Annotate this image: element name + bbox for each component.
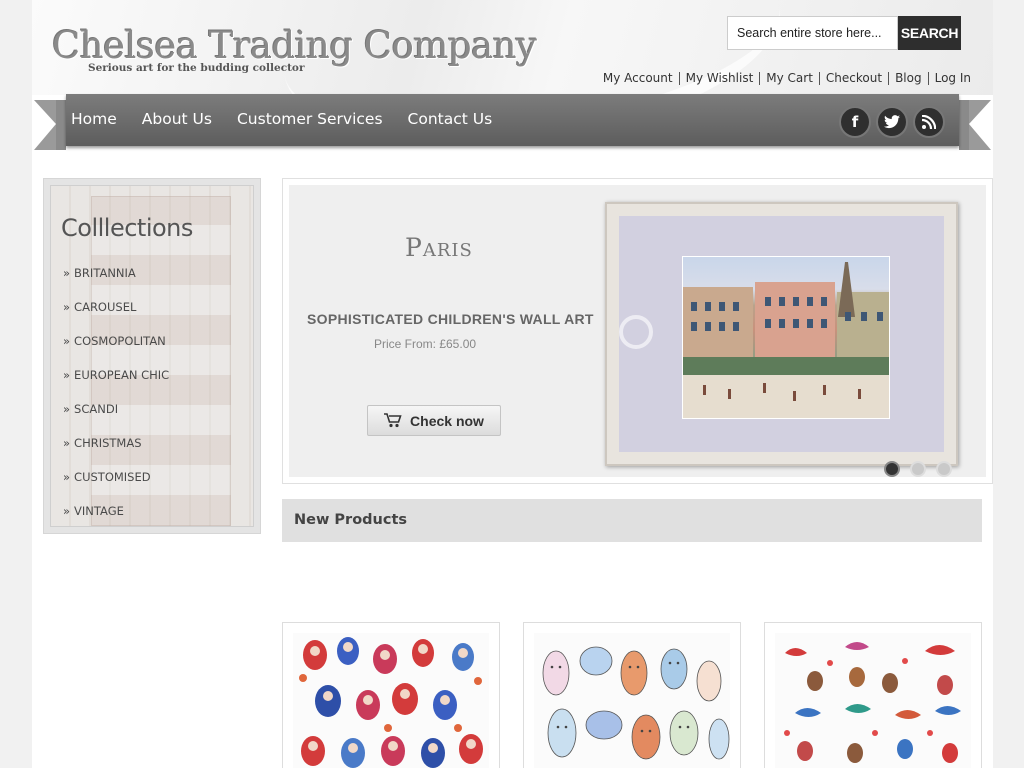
collection-label: CAROUSEL (74, 300, 137, 314)
slide: Paris SOPHISTICATED CHILDREN'S WALL ART … (289, 185, 986, 477)
collections-title: Colllections (61, 214, 193, 242)
new-products-header: New Products (282, 499, 982, 542)
nav-about-us[interactable]: About Us (142, 110, 212, 128)
page: Chelsea Trading Company Serious art for … (32, 0, 993, 768)
slide-price: Price From: £65.00 (374, 337, 477, 351)
ribbon-right-fold (959, 100, 969, 150)
product-card[interactable] (282, 622, 500, 768)
bullet-icon: » (63, 402, 71, 416)
my-cart-link[interactable]: My Cart (760, 72, 820, 85)
bullet-icon: » (63, 266, 71, 280)
nav-home[interactable]: Home (71, 110, 117, 128)
bullet-icon: » (63, 470, 71, 484)
slider-dot-3[interactable] (936, 461, 952, 477)
collection-label: CHRISTMAS (74, 436, 142, 450)
collections-sidebar: Colllections » BRITANNIA » CAROUSEL » COSMO… (43, 178, 261, 534)
collection-cosmopolitan[interactable]: » COSMOPOLITAN (63, 334, 169, 368)
site-logo[interactable]: Chelsea Trading Company (52, 24, 537, 67)
blog-link[interactable]: Blog (889, 72, 929, 85)
bullet-icon: » (63, 504, 71, 518)
collection-britannia[interactable]: » BRITANNIA (63, 266, 169, 300)
facebook-icon[interactable]: f (839, 106, 871, 138)
bullet-icon: » (63, 368, 71, 382)
ribbon-left-tail (34, 100, 56, 150)
collections-list: » BRITANNIA » CAROUSEL » COSMOPOLITAN » EURO… (63, 266, 169, 526)
collection-label: COSMOPOLITAN (74, 334, 166, 348)
collection-vintage[interactable]: » VINTAGE (63, 504, 169, 526)
product-card[interactable] (764, 622, 982, 768)
cart-icon (384, 413, 402, 428)
nav-contact-us[interactable]: Contact Us (408, 110, 493, 128)
search-button[interactable]: SEARCH (898, 16, 961, 50)
checkout-link[interactable]: Checkout (820, 72, 890, 85)
birds-pattern (784, 642, 961, 763)
collection-label: CUSTOMISED (74, 470, 151, 484)
logo-tagline: Serious art for the budding collector (88, 62, 305, 74)
twitter-bird-glyph (884, 115, 900, 129)
nav-menu: Home About Us Customer Services Contact … (71, 110, 517, 128)
product-card[interactable] (523, 622, 741, 768)
product-image-matryoshka[interactable] (293, 633, 489, 768)
bullet-icon: » (63, 334, 71, 348)
hero-slider: Paris SOPHISTICATED CHILDREN'S WALL ART … (282, 178, 993, 484)
artwork-mat (619, 216, 944, 452)
paris-street-illustration (683, 262, 889, 418)
collection-label: EUROPEAN CHIC (74, 368, 170, 382)
ribbon-right-tail (969, 100, 991, 150)
header: Chelsea Trading Company Serious art for … (32, 0, 993, 95)
collection-european-chic[interactable]: » EUROPEAN CHIC (63, 368, 169, 402)
product-image-birds[interactable] (775, 633, 971, 768)
check-now-button[interactable]: Check now (367, 405, 501, 436)
cats-pattern (542, 646, 730, 760)
bullet-icon: » (63, 300, 71, 314)
sidebar-background-art: Colllections » BRITANNIA » CAROUSEL » COSMO… (50, 185, 254, 527)
collection-label: SCANDI (74, 402, 119, 416)
collection-label: BRITANNIA (74, 266, 136, 280)
collection-label: VINTAGE (74, 504, 124, 518)
check-now-label: Check now (410, 412, 484, 429)
framed-artwork[interactable] (605, 202, 958, 466)
slide-title: Paris (405, 233, 473, 262)
slider-dot-2[interactable] (910, 461, 926, 477)
collection-customised[interactable]: » CUSTOMISED (63, 470, 169, 504)
slider-prev-icon[interactable] (619, 315, 653, 349)
twitter-icon[interactable] (876, 106, 908, 138)
paris-painting (682, 256, 890, 419)
rss-icon[interactable] (913, 106, 945, 138)
slide-subtitle: SOPHISTICATED CHILDREN'S WALL ART (307, 311, 594, 327)
ribbon-left-fold (56, 100, 66, 150)
search-input[interactable] (727, 16, 898, 50)
slider-dot-1[interactable] (884, 461, 900, 477)
matryoshka-pattern (299, 637, 483, 768)
my-wishlist-link[interactable]: My Wishlist (680, 72, 761, 85)
rss-glyph (922, 115, 936, 129)
bullet-icon: » (63, 436, 71, 450)
nav-customer-services[interactable]: Customer Services (237, 110, 383, 128)
product-image-cats[interactable] (534, 633, 730, 768)
login-link[interactable]: Log In (929, 72, 971, 85)
new-products-title: New Products (294, 512, 408, 528)
account-links: My Account My Wishlist My Cart Checkout … (597, 72, 971, 85)
collection-scandi[interactable]: » SCANDI (63, 402, 169, 436)
main-nav: Home About Us Customer Services Contact … (66, 94, 959, 146)
my-account-link[interactable]: My Account (597, 72, 680, 85)
collection-christmas[interactable]: » CHRISTMAS (63, 436, 169, 470)
collection-carousel[interactable]: » CAROUSEL (63, 300, 169, 334)
